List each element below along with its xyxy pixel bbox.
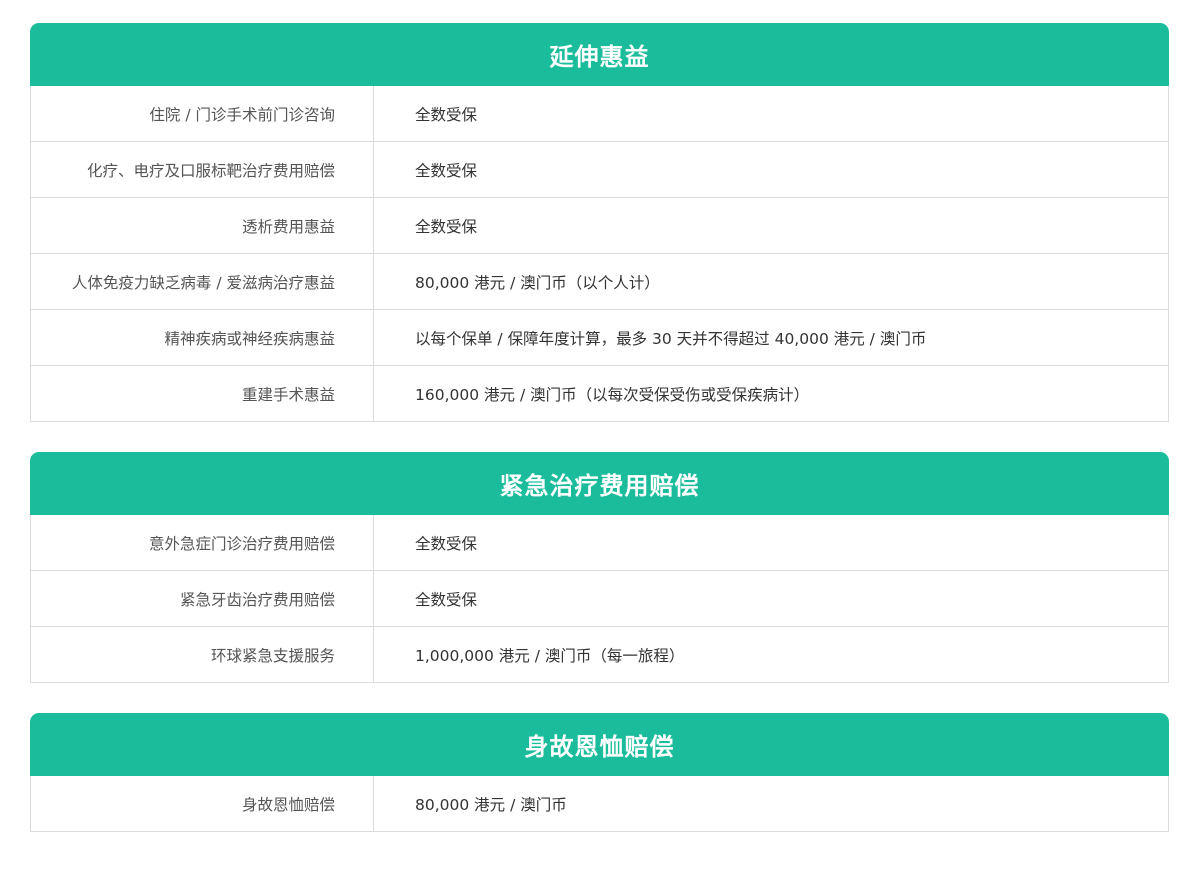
benefit-value: 80,000 港元 / 澳门币（以个人计） <box>415 273 660 292</box>
benefit-value: 全数受保 <box>415 105 478 124</box>
benefit-label: 化疗、电疗及口服标靶治疗费用赔偿 <box>31 142 374 197</box>
table-row: 紧急牙齿治疗费用赔偿 全数受保 <box>30 571 1169 627</box>
table-row: 化疗、电疗及口服标靶治疗费用赔偿 全数受保 <box>30 142 1169 198</box>
table-row: 人体免疫力缺乏病毒 / 爱滋病治疗惠益 80,000 港元 / 澳门币（以个人计… <box>30 254 1169 310</box>
benefit-value: 1,000,000 港元 / 澳门币（每一旅程） <box>415 646 685 665</box>
benefit-value: 全数受保 <box>415 534 478 553</box>
benefit-label: 透析费用惠益 <box>31 198 374 253</box>
benefit-label: 环球紧急支援服务 <box>31 627 374 682</box>
benefit-value: 80,000 港元 / 澳门币 <box>415 795 567 814</box>
table-row: 意外急症门诊治疗费用赔偿 全数受保 <box>30 515 1169 571</box>
benefit-value: 全数受保 <box>415 590 478 609</box>
section-compassionate-death: 身故恩恤赔偿 身故恩恤赔偿 80,000 港元 / 澳门币 <box>30 713 1169 832</box>
section-title: 身故恩恤赔偿 <box>30 713 1169 776</box>
table-row: 住院 / 门诊手术前门诊咨询 全数受保 <box>30 86 1169 142</box>
benefit-label: 意外急症门诊治疗费用赔偿 <box>31 515 374 570</box>
table-row: 重建手术惠益 160,000 港元 / 澳门币（以每次受保受伤或受保疾病计） <box>30 366 1169 422</box>
table-row: 精神疾病或神经疾病惠益 以每个保单 / 保障年度计算，最多 30 天并不得超过 … <box>30 310 1169 366</box>
benefit-label: 住院 / 门诊手术前门诊咨询 <box>31 86 374 141</box>
section-emergency-treatment: 紧急治疗费用赔偿 意外急症门诊治疗费用赔偿 全数受保 紧急牙齿治疗费用赔偿 全数… <box>30 452 1169 683</box>
table-row: 透析费用惠益 全数受保 <box>30 198 1169 254</box>
benefit-label: 身故恩恤赔偿 <box>31 776 374 831</box>
benefits-page: 延伸惠益 住院 / 门诊手术前门诊咨询 全数受保 化疗、电疗及口服标靶治疗费用赔… <box>0 0 1200 880</box>
benefit-label: 紧急牙齿治疗费用赔偿 <box>31 571 374 626</box>
benefit-value: 160,000 港元 / 澳门币（以每次受保受伤或受保疾病计） <box>415 385 810 404</box>
section-extended-benefits: 延伸惠益 住院 / 门诊手术前门诊咨询 全数受保 化疗、电疗及口服标靶治疗费用赔… <box>30 23 1169 422</box>
benefit-label: 人体免疫力缺乏病毒 / 爱滋病治疗惠益 <box>31 254 374 309</box>
benefit-value: 以每个保单 / 保障年度计算，最多 30 天并不得超过 40,000 港元 / … <box>415 329 927 348</box>
benefit-label: 精神疾病或神经疾病惠益 <box>31 310 374 365</box>
table-row: 身故恩恤赔偿 80,000 港元 / 澳门币 <box>30 776 1169 832</box>
benefit-value: 全数受保 <box>415 161 478 180</box>
table-row: 环球紧急支援服务 1,000,000 港元 / 澳门币（每一旅程） <box>30 627 1169 683</box>
section-title: 紧急治疗费用赔偿 <box>30 452 1169 515</box>
benefit-value: 全数受保 <box>415 217 478 236</box>
benefit-label: 重建手术惠益 <box>31 366 374 421</box>
section-title: 延伸惠益 <box>30 23 1169 86</box>
